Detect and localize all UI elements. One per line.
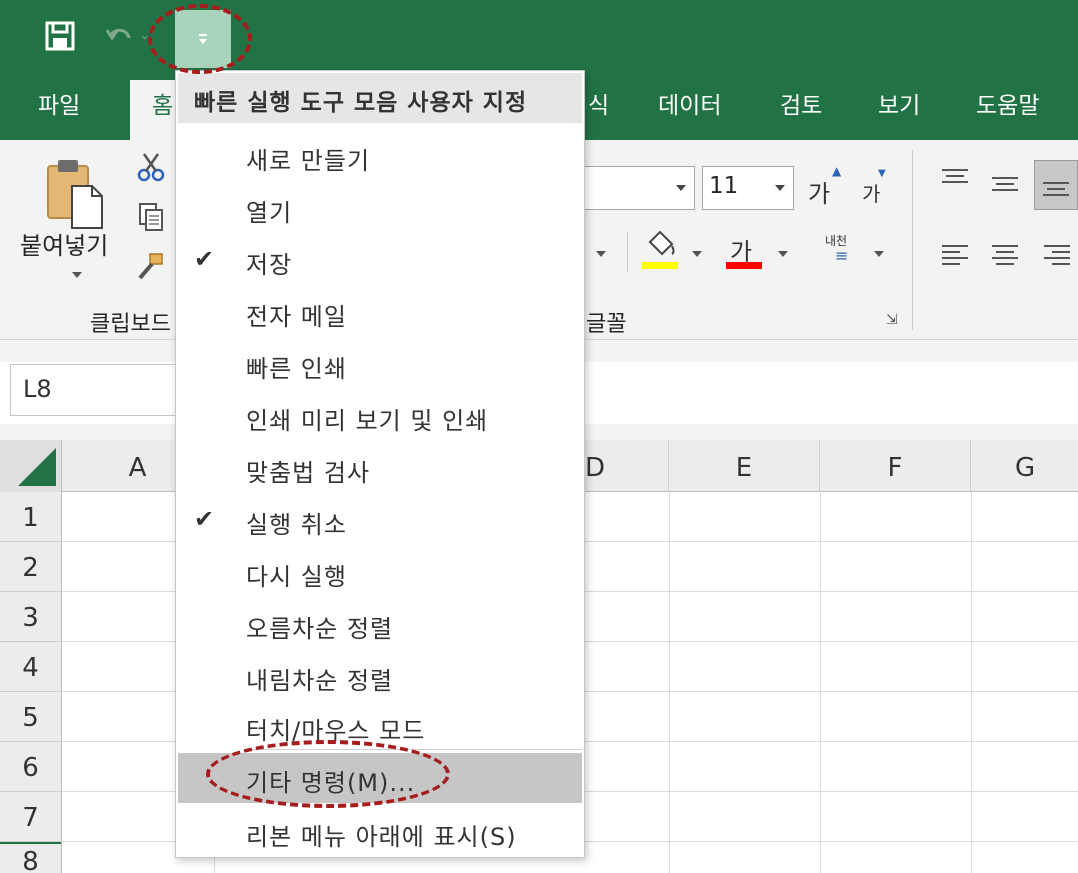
tab-view[interactable]: 보기: [878, 80, 920, 140]
row-header-5[interactable]: 5: [0, 692, 62, 742]
menu-item-save[interactable]: ✔ 저장: [178, 235, 582, 285]
font-separator: [627, 232, 628, 272]
row-header-1[interactable]: 1: [0, 492, 62, 542]
menu-item-undo[interactable]: ✔ 실행 취소: [178, 495, 582, 545]
row-header-3[interactable]: 3: [0, 592, 62, 642]
undo-button[interactable]: [100, 14, 140, 58]
tab-review[interactable]: 검토: [780, 80, 822, 140]
font-size-value[interactable]: 11: [709, 173, 738, 199]
menu-item-email[interactable]: 전자 메일: [178, 287, 582, 337]
row-header-7[interactable]: 7: [0, 792, 62, 842]
font-color-swatch: [726, 262, 762, 269]
annotation-oval-customize-button: [148, 4, 252, 74]
menu-item-label: 저장: [246, 251, 293, 279]
menu-item-new[interactable]: 새로 만들기: [178, 131, 582, 181]
shrink-font-arrow-icon: ▼: [878, 168, 886, 179]
align-bottom-icon: [1043, 182, 1069, 196]
menu-title: 빠른 실행 도구 모음 사용자 지정: [178, 73, 582, 123]
row-header-4[interactable]: 4: [0, 642, 62, 692]
font-name-combo[interactable]: [585, 166, 695, 210]
group-separator: [912, 150, 913, 330]
select-all-button[interactable]: [0, 440, 62, 492]
menu-item-label: 빠른 인쇄: [246, 355, 347, 383]
column-header-d[interactable]: D: [585, 440, 669, 492]
copy-icon[interactable]: [136, 202, 166, 232]
align-middle-icon[interactable]: [990, 172, 1020, 202]
grid-column-line: [820, 492, 821, 873]
menu-item-label: 실행 취소: [246, 511, 347, 539]
grow-font-arrow-icon: ▲: [832, 164, 842, 178]
row-header-2[interactable]: 2: [0, 542, 62, 592]
customize-qat-menu: 빠른 실행 도구 모음 사용자 지정 새로 만들기 열기 ✔ 저장 전자 메일 …: [175, 70, 585, 858]
select-all-triangle-icon: [18, 448, 56, 486]
menu-item-print-preview[interactable]: 인쇄 미리 보기 및 인쇄: [178, 391, 582, 441]
row-header-8[interactable]: 8: [0, 842, 62, 873]
font-dialog-launcher-icon[interactable]: ⇲: [886, 312, 898, 328]
menu-item-label: 새로 만들기: [246, 147, 371, 175]
paste-icon[interactable]: [44, 158, 106, 230]
column-header-e[interactable]: E: [669, 440, 820, 492]
grid-column-line: [971, 492, 972, 873]
format-painter-icon[interactable]: [136, 252, 166, 282]
save-button[interactable]: [38, 14, 82, 58]
fill-color-icon[interactable]: [642, 228, 678, 270]
menu-item-label: 전자 메일: [246, 303, 347, 331]
tab-formulas[interactable]: 식: [588, 80, 609, 140]
paste-dropdown-icon[interactable]: [72, 272, 82, 278]
font-color-dropdown-icon[interactable]: [778, 251, 788, 257]
menu-item-label: 리본 메뉴 아래에 표시(S): [246, 823, 517, 851]
menu-item-spelling[interactable]: 맞춤법 검사: [178, 443, 582, 493]
tab-help[interactable]: 도움말: [976, 80, 1039, 140]
align-left-icon[interactable]: [940, 240, 970, 270]
align-bottom-button[interactable]: [1034, 160, 1078, 210]
menu-item-label: 열기: [246, 199, 293, 227]
fill-color-dropdown-icon[interactable]: [692, 251, 702, 257]
phonetic-icon[interactable]: ≡: [835, 246, 848, 265]
menu-item-label: 내림차순 정렬: [246, 667, 394, 695]
border-dropdown-icon[interactable]: [596, 251, 606, 257]
phonetic-dropdown-icon[interactable]: [874, 251, 884, 257]
undo-icon: [105, 28, 131, 41]
menu-item-label: 오름차순 정렬: [246, 615, 394, 643]
font-name-dropdown-icon[interactable]: [676, 185, 686, 191]
menu-item-sort-ascending[interactable]: 오름차순 정렬: [178, 599, 582, 649]
font-group-label: 글꼴: [586, 312, 627, 337]
tab-data[interactable]: 데이터: [658, 80, 721, 140]
column-header-g[interactable]: G: [971, 440, 1078, 492]
align-right-icon[interactable]: [1042, 240, 1072, 270]
menu-item-show-below-ribbon[interactable]: 리본 메뉴 아래에 표시(S): [178, 807, 582, 857]
align-top-icon[interactable]: [940, 164, 970, 194]
name-box-value[interactable]: L8: [23, 375, 52, 403]
font-size-combo[interactable]: 11: [702, 166, 794, 210]
annotation-oval-more-commands: [206, 740, 450, 808]
clipboard-group-label: 클립보드: [90, 312, 171, 337]
grid-column-line: [669, 492, 670, 873]
cut-icon[interactable]: [136, 152, 166, 182]
font-size-dropdown-icon[interactable]: [775, 185, 785, 191]
menu-item-open[interactable]: 열기: [178, 183, 582, 233]
paste-button-label[interactable]: 붙여넣기: [20, 226, 108, 261]
menu-item-label: 맞춤법 검사: [246, 459, 371, 487]
grow-font-button[interactable]: 가: [808, 174, 830, 209]
tab-file[interactable]: 파일: [38, 80, 80, 140]
checkmark-icon: ✔: [194, 245, 215, 273]
align-center-icon[interactable]: [990, 240, 1020, 270]
menu-item-label: 다시 실행: [246, 563, 347, 591]
menu-item-quick-print[interactable]: 빠른 인쇄: [178, 339, 582, 389]
column-header-f[interactable]: F: [820, 440, 971, 492]
row-header-6[interactable]: 6: [0, 742, 62, 792]
menu-item-redo[interactable]: 다시 실행: [178, 547, 582, 597]
checkmark-icon: ✔: [194, 505, 215, 533]
save-icon: [45, 21, 75, 51]
menu-item-sort-descending[interactable]: 내림차순 정렬: [178, 651, 582, 701]
menu-item-label: 인쇄 미리 보기 및 인쇄: [246, 407, 489, 435]
shrink-font-button[interactable]: 가: [862, 178, 880, 207]
